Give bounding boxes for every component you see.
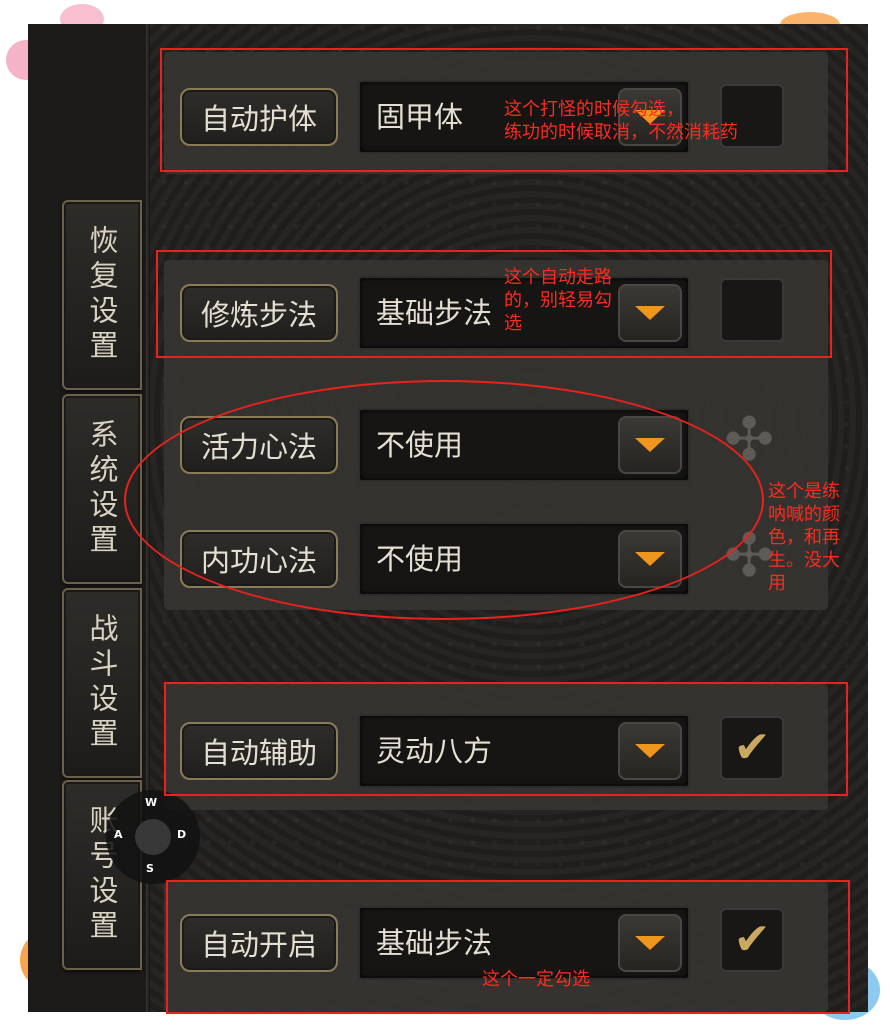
- annotation-note-cultivation: 这个自动走路 的，别轻易勾 选: [504, 267, 612, 334]
- joystick-knob[interactable]: [135, 819, 171, 855]
- annotation-box-auto-assist: [164, 682, 848, 796]
- tab-label: 战斗设置: [85, 613, 119, 753]
- key-w-label: W: [145, 796, 158, 809]
- key-a-label: A: [114, 828, 123, 841]
- annotation-note-auto-start: 这个一定勾选: [482, 969, 590, 990]
- movement-joystick[interactable]: W A D S: [106, 790, 200, 884]
- tab-recovery-settings[interactable]: 恢复设置: [62, 200, 142, 390]
- key-s-label: S: [146, 862, 154, 875]
- annotation-note-auto-protect: 这个打怪的时候勾选， 练功的时候取消，不然消耗药: [504, 99, 738, 143]
- key-d-label: D: [177, 828, 187, 841]
- tab-label: 恢复设置: [85, 225, 119, 365]
- tab-label: 系统设置: [85, 419, 119, 559]
- annotation-box-cultivation: [156, 250, 832, 358]
- tab-combat-settings[interactable]: 战斗设置: [62, 588, 142, 778]
- annotation-box-auto-start: [166, 880, 850, 1014]
- annotation-note-methods: 这个是练 呐喊的颜 色，和再 生。没大 用: [768, 481, 840, 594]
- annotation-ellipse-methods: [124, 380, 764, 620]
